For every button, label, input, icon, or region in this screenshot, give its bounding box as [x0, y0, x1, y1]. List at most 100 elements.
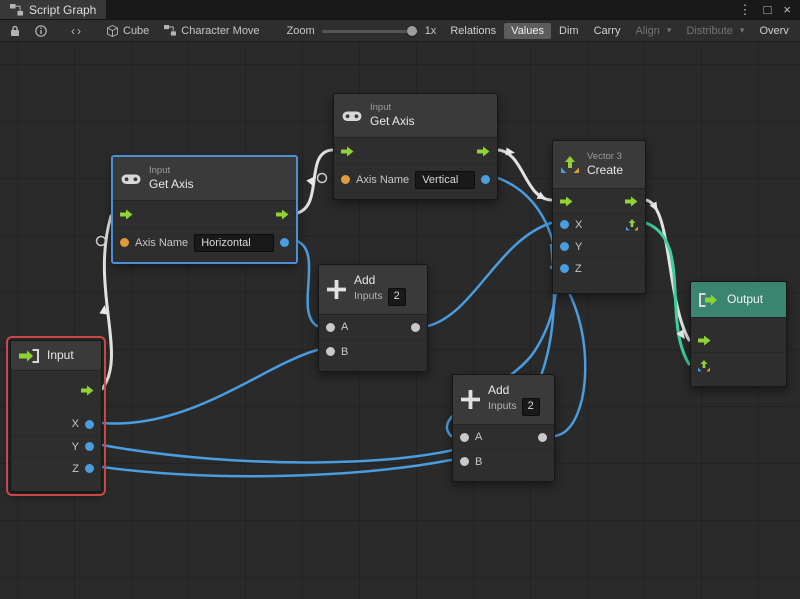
gamepad-icon [121, 172, 141, 186]
node-vector3-create[interactable]: Vector 3 Create X Y Z [552, 140, 646, 294]
a-label: A [475, 431, 482, 443]
node-get-axis-vertical[interactable]: Input Get Axis Axis Name Vertical [333, 93, 498, 200]
inputs-label: Inputs [488, 400, 517, 413]
control-output-port[interactable] [625, 196, 638, 207]
sum-output-port[interactable] [538, 433, 547, 442]
flow-arrow [676, 329, 688, 341]
wire-input-to-getaxis-horizontal [102, 216, 111, 389]
inputs-count-field[interactable]: 2 [522, 398, 540, 416]
graph-toolbar: ‹› Cube Character Move Zoom 1x Relations… [0, 20, 800, 42]
wire-create-to-output [646, 200, 689, 340]
overview-button[interactable]: Overv [752, 23, 795, 39]
wire-vector3-result [646, 223, 689, 364]
breadcrumb-character-move[interactable]: Character Move [160, 23, 263, 39]
node-header[interactable]: Input [11, 341, 101, 371]
control-output-port[interactable] [477, 146, 490, 157]
sum-output-port[interactable] [411, 323, 420, 332]
flow-arrow [650, 202, 661, 214]
align-button[interactable]: Align ▾ [628, 23, 678, 39]
axis-name-port[interactable] [120, 238, 129, 247]
unity-script-graph-window: Script Graph ⋮ □ × ‹› Cube Character [0, 0, 800, 599]
node-graph-output[interactable]: Output [690, 281, 787, 387]
control-input-port[interactable] [698, 335, 711, 346]
b-input-port[interactable] [460, 457, 469, 466]
node-get-axis-horizontal[interactable]: Input Get Axis Axis Name Horizontal [112, 156, 297, 263]
vector3-result-port[interactable] [626, 219, 638, 231]
breadcrumb-cube[interactable]: Cube [103, 23, 153, 39]
control-output-port[interactable] [81, 385, 94, 396]
z-input-port[interactable] [560, 264, 569, 273]
result-port[interactable] [481, 175, 490, 184]
node-title: Get Axis [149, 177, 194, 192]
node-add-2[interactable]: Add Inputs 2 A B [452, 374, 555, 482]
x-output-port[interactable] [85, 420, 94, 429]
vector3-input-port[interactable] [698, 360, 710, 372]
relations-button[interactable]: Relations [443, 23, 503, 39]
tab-script-graph[interactable]: Script Graph [0, 0, 106, 19]
breadcrumb-label: Cube [123, 25, 149, 37]
gamepad-icon [342, 109, 362, 123]
node-add-1[interactable]: Add Inputs 2 A B [318, 264, 428, 372]
plus-icon [461, 390, 480, 409]
a-label: A [341, 321, 348, 333]
graph-canvas[interactable]: Input Get Axis Axis Name Vertical [0, 42, 800, 599]
inputs-count-field[interactable]: 2 [388, 288, 406, 306]
menu-icon[interactable]: ⋮ [739, 3, 752, 16]
z-output-port[interactable] [85, 464, 94, 473]
wire-horizontal-result-to-add1-a [297, 241, 317, 326]
distribute-button[interactable]: Distribute ▾ [679, 23, 751, 39]
distribute-label: Distribute [686, 25, 732, 37]
y-input-port[interactable] [560, 242, 569, 251]
node-header[interactable]: Add Inputs 2 [453, 375, 554, 425]
carry-button[interactable]: Carry [587, 23, 628, 39]
a-input-port[interactable] [460, 433, 469, 442]
zoom-slider[interactable] [322, 25, 418, 37]
axis-name-port[interactable] [341, 175, 350, 184]
control-input-port[interactable] [341, 146, 354, 157]
unconnected-port-ring[interactable] [97, 237, 106, 246]
lock-button[interactable] [6, 23, 24, 39]
b-input-port[interactable] [326, 347, 335, 356]
zoom-slider-track[interactable] [322, 30, 418, 33]
control-input-port[interactable] [560, 196, 573, 207]
node-category: Input [149, 165, 194, 177]
wire-getaxis-horizontal-to-vertical [297, 150, 332, 213]
info-button[interactable] [31, 23, 51, 39]
node-header[interactable]: Vector 3 Create [553, 141, 645, 189]
axis-name-field[interactable]: Horizontal [194, 234, 274, 252]
node-header[interactable]: Add Inputs 2 [319, 265, 427, 315]
axis-name-field[interactable]: Vertical [415, 171, 475, 189]
z-label: Z [72, 463, 79, 475]
node-category: Vector 3 [587, 151, 623, 163]
breadcrumb-label: Character Move [181, 25, 259, 37]
node-header[interactable]: Output [691, 282, 786, 318]
node-header[interactable]: Input Get Axis [334, 94, 497, 138]
y-output-port[interactable] [85, 442, 94, 451]
graph-output-icon [699, 293, 719, 307]
code-view-button[interactable]: ‹› [65, 24, 89, 38]
zoom-slider-handle[interactable] [407, 26, 417, 36]
values-button[interactable]: Values [504, 23, 551, 39]
a-input-port[interactable] [326, 323, 335, 332]
maximize-icon[interactable]: □ [764, 3, 772, 16]
node-title: Create [587, 163, 623, 178]
graph-input-icon [19, 349, 39, 363]
tab-title: Script Graph [29, 3, 96, 17]
node-header[interactable]: Input Get Axis [113, 157, 296, 201]
chevron-down-icon: ▾ [740, 25, 745, 36]
wire-getaxis-vertical-to-create [498, 150, 551, 200]
dim-button[interactable]: Dim [552, 23, 586, 39]
info-icon [35, 25, 47, 37]
control-input-port[interactable] [120, 209, 133, 220]
lock-icon [10, 25, 20, 37]
node-graph-input[interactable]: Input X Y Z [10, 340, 102, 492]
zoom-group: Zoom 1x [287, 25, 437, 37]
x-input-port[interactable] [560, 220, 569, 229]
node-title: Output [727, 292, 763, 307]
unconnected-port-ring[interactable] [318, 174, 327, 183]
wire-input-x-to-add1-b [102, 350, 317, 424]
flow-arrow [306, 174, 318, 186]
result-port[interactable] [280, 238, 289, 247]
control-output-port[interactable] [276, 209, 289, 220]
close-icon[interactable]: × [783, 3, 791, 16]
